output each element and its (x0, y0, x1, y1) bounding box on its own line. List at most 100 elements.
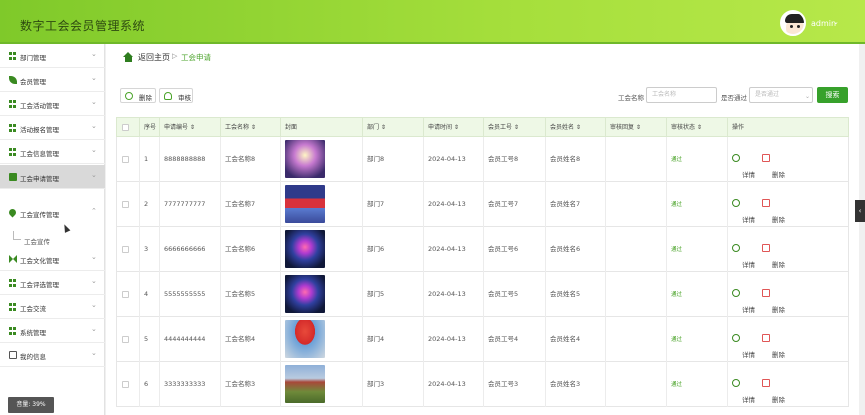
cover-image[interactable] (285, 185, 325, 223)
chevron-down-icon: ⌄ (91, 277, 97, 285)
cover-cell (280, 272, 362, 317)
main-content: 返回主页 ▷ 工会申请 删除 审核 工会名称 工会名称 是否通过 是否通过 ⌄ … (106, 44, 859, 415)
sidebar-item-label: 会员管理 (20, 78, 46, 86)
chevron-left-icon[interactable]: ‹ (855, 200, 865, 222)
delete-label: 删除 (772, 216, 785, 224)
sidebar-item-selection[interactable]: 工会评选管理 ⌄ (0, 271, 105, 295)
column-header[interactable]: 申请时间 ⇕ (423, 118, 483, 138)
column-header[interactable]: 工会名称 ⇕ (220, 118, 280, 138)
delete-label: 删除 (772, 396, 785, 404)
column-header[interactable]: 审核状态 ⇕ (666, 118, 727, 138)
trash-icon (762, 199, 770, 207)
sidebar-item-label: 工会信息管理 (20, 150, 59, 158)
status-cell: 通过 (666, 137, 727, 182)
passed-filter-label: 是否通过 (721, 94, 747, 102)
row-checkbox[interactable] (122, 201, 129, 208)
sidebar-item-system[interactable]: 系统管理 ⌄ (0, 319, 105, 343)
actions-cell: 详情 删除 (727, 182, 850, 227)
sidebar-item-activity[interactable]: 工会活动管理 ⌄ (0, 92, 105, 116)
cell-name: 工会名称4 (220, 317, 280, 362)
chevron-down-icon: ⌄ (91, 122, 97, 130)
row-checkbox[interactable] (122, 381, 129, 388)
cell-member-no: 会员工号8 (483, 137, 545, 182)
table-row: 5 4444444444 工会名称4 部门4 2024-04-13 会员工号4 会员姓名4 通… (116, 317, 849, 362)
trash-icon (762, 379, 770, 387)
cover-cell (280, 182, 362, 227)
grid-icon (9, 124, 17, 132)
cell-idx: 2 (139, 182, 159, 227)
chevron-down-icon: ⌄ (805, 93, 811, 100)
delete-button[interactable]: 删除 (120, 88, 156, 103)
cell-member-no: 会员工号5 (483, 272, 545, 317)
row-checkbox[interactable] (122, 336, 129, 343)
grid-icon (9, 52, 17, 60)
sidebar-item-member[interactable]: 会员管理 ⌄ (0, 68, 105, 92)
audit-button-label: 审核 (178, 94, 191, 102)
row-checkbox[interactable] (122, 291, 129, 298)
status-badge: 通过 (671, 202, 683, 208)
cell-no: 8888888888 (159, 137, 220, 182)
grid-icon (9, 327, 17, 335)
trash-icon (762, 334, 770, 342)
sidebar-item-info[interactable]: 工会信息管理 ⌄ (0, 140, 105, 164)
bow-icon (9, 255, 17, 263)
chevron-down-icon: ⌄ (91, 50, 97, 58)
cover-cell (280, 362, 362, 407)
row-checkbox[interactable] (122, 156, 129, 163)
column-header[interactable]: 申请编号 ⇕ (159, 118, 220, 138)
row-checkbox[interactable] (122, 246, 129, 253)
passed-filter-select[interactable]: 是否通过 (749, 87, 813, 103)
cover-image[interactable] (285, 230, 325, 268)
search-button[interactable]: 搜索 (817, 87, 848, 103)
column-header[interactable]: 部门 ⇕ (362, 118, 423, 138)
search-icon (732, 199, 740, 207)
select-all-checkbox[interactable] (122, 124, 129, 131)
sidebar-item-publicity[interactable]: 工会宣传管理 ⌃ (0, 201, 105, 225)
sidebar-item-department[interactable]: 部门管理 ⌄ (0, 44, 105, 68)
sidebar-item-label: 工会申请管理 (20, 175, 59, 183)
home-icon[interactable] (123, 52, 134, 62)
cover-image[interactable] (285, 275, 325, 313)
cell-idx: 5 (139, 317, 159, 362)
sidebar-item-application[interactable]: 工会申请管理 ⌄ (0, 165, 105, 189)
actions-cell: 详情 删除 (727, 227, 850, 272)
sidebar-item-profile[interactable]: 我的信息 ⌄ (0, 343, 105, 367)
cover-image[interactable] (285, 320, 325, 358)
search-icon (732, 154, 740, 162)
cover-image[interactable] (285, 365, 325, 403)
sidebar-item-label: 工会文化管理 (20, 257, 59, 265)
cell-member-no: 会员工号3 (483, 362, 545, 407)
column-header[interactable]: 审核回复 ⇕ (605, 118, 666, 138)
cell-reply (605, 362, 666, 407)
chevron-down-icon: ⌄ (91, 146, 97, 154)
delete-label: 删除 (772, 351, 785, 359)
detail-label: 详情 (742, 306, 755, 314)
row-checkbox-cell (117, 137, 139, 182)
audit-button[interactable]: 审核 (159, 88, 193, 103)
cell-idx: 4 (139, 272, 159, 317)
user-avatar[interactable] (780, 10, 806, 36)
column-header[interactable]: 会员姓名 ⇕ (545, 118, 605, 138)
breadcrumb-home[interactable]: 返回主页 (138, 52, 170, 63)
app-title: 数字工会会员管理系统 (20, 19, 146, 33)
status-cell: 通过 (666, 362, 727, 407)
table-header: 序号 申请编号 ⇕ 工会名称 ⇕ 封面 部门 ⇕ 申请时间 ⇕ 会员工号 ⇕ 会… (116, 117, 849, 138)
table-row: 3 6666666666 工会名称6 部门6 2024-04-13 会员工号6 会员姓名6 通… (116, 227, 849, 272)
cell-date: 2024-04-13 (423, 317, 483, 362)
cover-image[interactable] (285, 140, 325, 178)
detail-label: 详情 (742, 396, 755, 404)
actions-cell: 详情 删除 (727, 362, 850, 407)
tree-line (13, 231, 21, 240)
trash-icon (762, 154, 770, 162)
name-filter-input[interactable]: 工会名称 (646, 87, 717, 103)
sidebar-item-exchange[interactable]: 工会交流 ⌄ (0, 295, 105, 319)
chevron-down-icon[interactable]: ⌄ (833, 18, 839, 26)
cell-reply (605, 182, 666, 227)
row-checkbox-cell (117, 362, 139, 407)
cover-cell (280, 137, 362, 182)
delete-label: 删除 (772, 171, 785, 179)
sidebar-item-culture[interactable]: 工会文化管理 ⌄ (0, 247, 105, 271)
sidebar-item-signup[interactable]: 活动报名管理 ⌄ (0, 116, 105, 140)
column-header[interactable]: 会员工号 ⇕ (483, 118, 545, 138)
row-checkbox-cell (117, 272, 139, 317)
